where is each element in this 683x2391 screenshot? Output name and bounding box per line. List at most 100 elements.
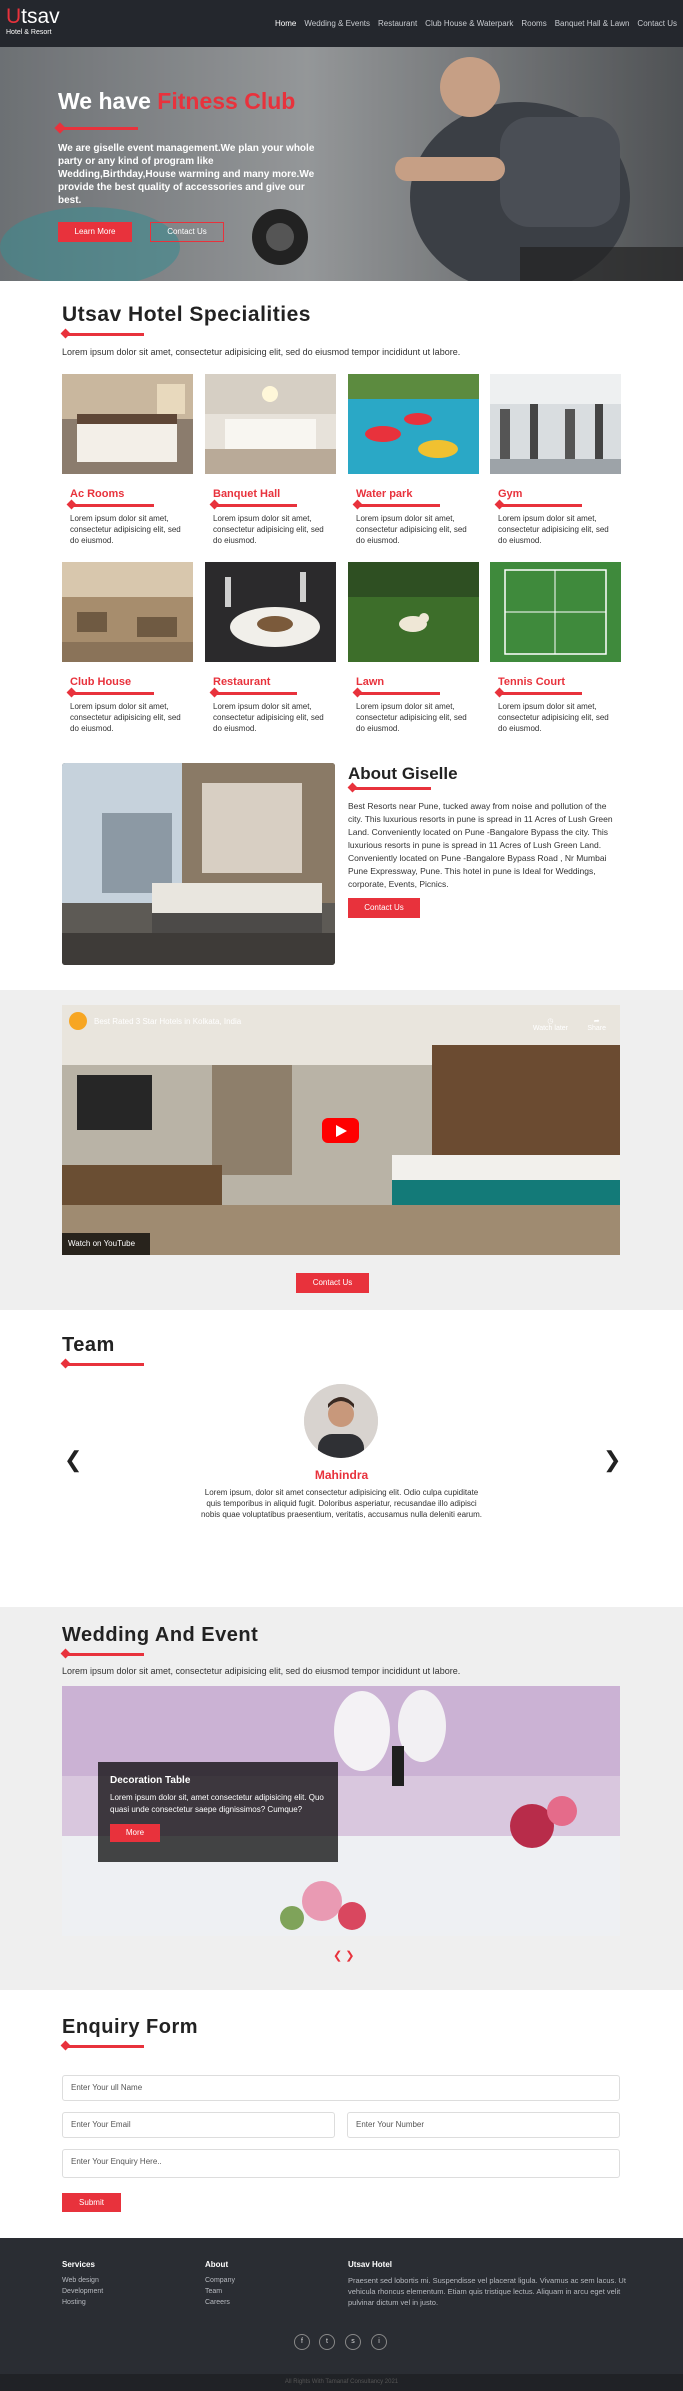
lawn-photo — [348, 562, 479, 662]
footer-link-team[interactable]: Team — [205, 2286, 235, 2297]
nav-contact[interactable]: Contact Us — [637, 19, 677, 28]
wedding-subtitle: Lorem ipsum dolor sit amet, consectetur … — [62, 1666, 461, 1676]
hero-text: We are giselle event management.We plan … — [58, 143, 315, 206]
footer-link-company[interactable]: Company — [205, 2275, 235, 2286]
club-house-photo — [62, 562, 193, 662]
hero-contact-button[interactable]: Contact Us — [150, 222, 224, 242]
nav-banquet-hall[interactable]: Banquet Hall & Lawn — [555, 19, 630, 28]
nav-club-house[interactable]: Club House & Waterpark — [425, 19, 513, 28]
speciality-title: Restaurant — [213, 676, 271, 688]
wedding-title: Wedding And Event — [62, 1624, 259, 1646]
email-field[interactable]: Enter Your Email — [62, 2112, 335, 2138]
wedding-divider — [64, 1653, 144, 1656]
about-room-photo — [62, 763, 335, 965]
team-divider — [64, 1363, 144, 1366]
footer: Services Web design Development Hosting … — [0, 2238, 683, 2391]
footer-link-web-design[interactable]: Web design — [62, 2275, 103, 2286]
enquiry-divider — [64, 2045, 144, 2048]
nav-rooms[interactable]: Rooms — [521, 19, 546, 28]
nav-restaurant[interactable]: Restaurant — [378, 19, 417, 28]
speciality-divider — [498, 692, 582, 695]
speciality-card-ac-rooms[interactable]: Ac Rooms Lorem ipsum dolor sit amet, con… — [62, 374, 193, 546]
speciality-divider — [70, 504, 154, 507]
hero-title-plain: We have — [58, 88, 151, 114]
footer-about-title: About — [205, 2260, 229, 2269]
speciality-divider — [213, 692, 297, 695]
watch-later-button[interactable]: ◷ Watch later — [533, 1017, 568, 1032]
slide-title: Decoration Table — [110, 1775, 191, 1786]
tennis-court-photo — [490, 562, 621, 662]
instagram-icon[interactable]: i — [371, 2334, 387, 2350]
speciality-divider — [213, 504, 297, 507]
submit-button[interactable]: Submit — [62, 2193, 121, 2212]
speciality-desc: Lorem ipsum dolor sit amet, consectetur … — [498, 702, 609, 733]
speciality-desc: Lorem ipsum dolor sit amet, consectetur … — [356, 702, 467, 733]
speciality-title: Gym — [498, 488, 523, 500]
watch-on-youtube-link[interactable]: Watch on YouTube — [62, 1233, 150, 1255]
speciality-title: Tennis Court — [498, 676, 566, 688]
footer-hotel-info: Utsav Hotel Praesent sed lobortis mi. Su… — [348, 2260, 638, 2308]
speciality-card-tennis-court[interactable]: Tennis Court Lorem ipsum dolor sit amet,… — [490, 562, 621, 734]
share-icon: ➦ — [593, 1018, 600, 1025]
share-button[interactable]: ➦ Share — [587, 1017, 606, 1032]
slide-text: Lorem ipsum dolor sit, amet consectetur … — [110, 1793, 324, 1814]
brand-tagline: Hotel & Resort — [6, 29, 52, 36]
wedding-carousel-slide: Decoration Table Lorem ipsum dolor sit, … — [62, 1686, 620, 1936]
brand-initial: U — [6, 5, 22, 28]
avatar — [304, 1384, 378, 1458]
speciality-desc: Lorem ipsum dolor sit amet, consectetur … — [70, 702, 181, 733]
main-nav: Home Wedding & Events Restaurant Club Ho… — [275, 19, 677, 28]
team-member-bio: Lorem ipsum, dolor sit amet consectetur … — [200, 1488, 483, 1519]
watch-later-label: Watch later — [532, 1025, 568, 1032]
brand-logo[interactable]: Utsav Hotel & Resort — [6, 5, 60, 37]
speciality-card-restaurant[interactable]: Restaurant Lorem ipsum dolor sit amet, c… — [205, 562, 336, 734]
phone-number-field[interactable]: Enter Your Number — [347, 2112, 620, 2138]
about-contact-button[interactable]: Contact Us — [348, 898, 420, 918]
hero-banner: We have Fitness Club We are giselle even… — [0, 47, 683, 281]
speciality-divider — [498, 504, 582, 507]
video-title[interactable]: Best Rated 3 Star Hotels in Kolkata, Ind… — [94, 1017, 241, 1026]
speciality-desc: Lorem ipsum dolor sit amet, consectetur … — [70, 514, 181, 545]
speciality-card-lawn[interactable]: Lawn Lorem ipsum dolor sit amet, consect… — [348, 562, 479, 734]
speciality-desc: Lorem ipsum dolor sit amet, consectetur … — [213, 514, 324, 545]
speciality-title: Lawn — [356, 676, 385, 688]
channel-logo-icon[interactable] — [69, 1012, 87, 1030]
speciality-desc: Lorem ipsum dolor sit amet, consectetur … — [213, 702, 324, 733]
copyright: All Rights With Tamanaf Consultancy 2021 — [0, 2374, 683, 2391]
hero-divider — [58, 127, 138, 130]
enquiry-message-field[interactable]: Enter Your Enquiry Here.. — [62, 2149, 620, 2178]
footer-link-careers[interactable]: Careers — [205, 2297, 235, 2308]
footer-services: Services Web design Development Hosting — [62, 2260, 103, 2308]
snapchat-icon[interactable]: s — [345, 2334, 361, 2350]
nav-wedding-events[interactable]: Wedding & Events — [304, 19, 370, 28]
speciality-card-club-house[interactable]: Club House Lorem ipsum dolor sit amet, c… — [62, 562, 193, 734]
speciality-card-gym[interactable]: Gym Lorem ipsum dolor sit amet, consecte… — [490, 374, 621, 546]
footer-link-hosting[interactable]: Hosting — [62, 2297, 103, 2308]
carousel-arrows[interactable]: ❮ ❯ — [333, 1949, 355, 1962]
footer-hotel-text: Praesent sed lobortis mi. Suspendisse ve… — [348, 2276, 626, 2307]
twitter-icon[interactable]: t — [319, 2334, 335, 2350]
video-contact-button[interactable]: Contact Us — [296, 1273, 369, 1293]
full-name-field[interactable]: Enter Your ull Name — [62, 2075, 620, 2101]
speciality-title: Ac Rooms — [70, 488, 125, 500]
clock-icon: ◷ — [547, 1018, 554, 1025]
slide-caption-box: Decoration Table Lorem ipsum dolor sit, … — [98, 1762, 338, 1862]
ac-rooms-photo — [62, 374, 193, 474]
restaurant-photo — [205, 562, 336, 662]
speciality-desc: Lorem ipsum dolor sit amet, consectetur … — [356, 514, 467, 545]
facebook-icon[interactable]: f — [294, 2334, 310, 2350]
team-member-name: Mahindra — [314, 1468, 369, 1482]
nav-home[interactable]: Home — [275, 19, 296, 28]
footer-hotel-title: Utsav Hotel — [348, 2260, 393, 2269]
speciality-card-banquet-hall[interactable]: Banquet Hall Lorem ipsum dolor sit amet,… — [205, 374, 336, 546]
about-title: About Giselle — [348, 764, 458, 783]
youtube-video-player[interactable]: Best Rated 3 Star Hotels in Kolkata, Ind… — [62, 1005, 620, 1255]
about-text: Best Resorts near Pune, tucked away from… — [348, 801, 613, 889]
speciality-card-water-park[interactable]: Water park Lorem ipsum dolor sit amet, c… — [348, 374, 479, 546]
more-button[interactable]: More — [110, 1824, 160, 1842]
enquiry-title: Enquiry Form — [62, 2016, 199, 2038]
play-icon[interactable] — [322, 1118, 359, 1143]
footer-link-development[interactable]: Development — [62, 2286, 103, 2297]
speciality-title: Water park — [356, 488, 413, 500]
learn-more-button[interactable]: Learn More — [58, 222, 132, 242]
